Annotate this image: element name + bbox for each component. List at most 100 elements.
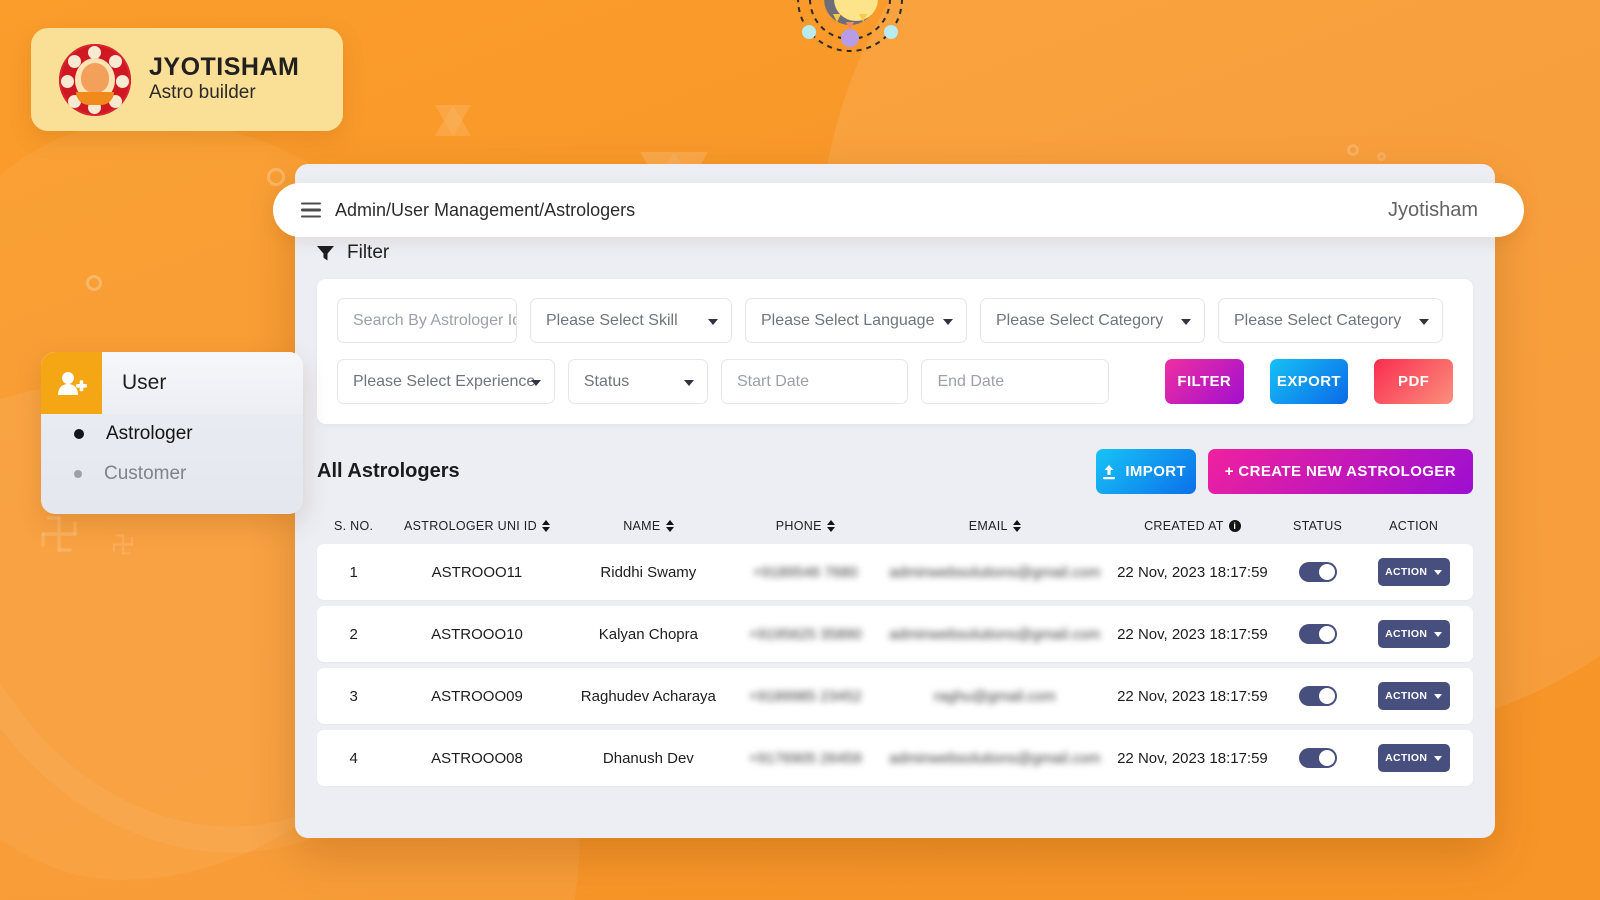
category-select-2[interactable]: Please Select Category bbox=[1218, 298, 1443, 343]
cell-email: adminwebsolutions@gmail.com bbox=[889, 749, 1101, 767]
column-label: ASTROLOGER UNI ID bbox=[404, 519, 537, 533]
top-navigation-bar: Admin/User Management/Astrologers Jyotis… bbox=[273, 183, 1524, 237]
cell-action: ACTION bbox=[1358, 620, 1469, 648]
bullet-icon bbox=[74, 429, 84, 439]
cell-astrologer-uni-id: ASTROOO10 bbox=[431, 625, 523, 643]
sidebar-item-user[interactable]: User bbox=[41, 352, 303, 414]
search-input-placeholder: Search By Astrologer Id bbox=[353, 311, 517, 329]
table-header-bar: All Astrologers IMPORT + CREATE NEW ASTR… bbox=[317, 449, 1473, 494]
gear-decoration bbox=[1377, 152, 1386, 161]
column-header-astrologer-uni-id[interactable]: ASTROLOGER UNI ID bbox=[386, 519, 567, 533]
sidebar-item-astrologer[interactable]: Astrologer bbox=[41, 414, 303, 454]
column-label: S. NO. bbox=[333, 519, 374, 533]
row-action-button[interactable]: ACTION bbox=[1377, 620, 1450, 648]
search-astrologer-id-input[interactable]: Search By Astrologer Id bbox=[337, 298, 517, 343]
sidebar-item-customer[interactable]: Customer bbox=[41, 454, 303, 494]
column-header-email[interactable]: EMAIL bbox=[881, 519, 1108, 533]
end-date-placeholder: End Date bbox=[937, 372, 1005, 390]
language-select-label: Please Select Language bbox=[761, 311, 935, 329]
cell-email: adminwebsolutions@gmail.com bbox=[889, 625, 1101, 643]
status-toggle[interactable] bbox=[1298, 748, 1337, 768]
import-button[interactable]: IMPORT bbox=[1095, 449, 1196, 494]
experience-select-label: Please Select Experience bbox=[353, 372, 536, 390]
row-action-label: ACTION bbox=[1385, 690, 1428, 702]
row-action-label: ACTION bbox=[1385, 752, 1428, 764]
page-content: Filter Search By Astrologer Id Please Se… bbox=[295, 164, 1495, 786]
user-add-icon bbox=[41, 352, 102, 414]
hamburger-icon[interactable] bbox=[301, 202, 321, 218]
sidebar-item-label: Customer bbox=[104, 463, 187, 484]
skill-select-label: Please Select Skill bbox=[546, 311, 678, 329]
filter-row-1: Search By Astrologer Id Please Select Sk… bbox=[337, 298, 1453, 343]
category-select-1[interactable]: Please Select Category bbox=[980, 298, 1205, 343]
sort-icon[interactable] bbox=[1012, 520, 1021, 532]
language-select[interactable]: Please Select Language bbox=[745, 298, 967, 343]
column-header-action: ACTION bbox=[1358, 519, 1469, 533]
column-header-sno: S. NO. bbox=[321, 519, 386, 533]
logo-subtitle: Astro builder bbox=[149, 81, 256, 103]
status-toggle[interactable] bbox=[1298, 562, 1337, 582]
cell-created-at: 22 Nov, 2023 18:17:59 bbox=[1117, 563, 1268, 581]
row-action-label: ACTION bbox=[1385, 566, 1428, 578]
chevron-down-icon bbox=[530, 379, 541, 386]
info-icon[interactable]: i bbox=[1228, 520, 1241, 532]
skill-select[interactable]: Please Select Skill bbox=[530, 298, 732, 343]
cell-action: ACTION bbox=[1358, 744, 1469, 772]
logo-title: JYOTISHAM bbox=[149, 52, 300, 81]
cell-sno: 2 bbox=[349, 625, 358, 643]
start-date-placeholder: Start Date bbox=[736, 372, 809, 390]
sidebar-user-label: User bbox=[122, 371, 167, 394]
status-toggle[interactable] bbox=[1298, 686, 1337, 706]
end-date-input[interactable]: End Date bbox=[921, 359, 1109, 404]
swastika-decoration bbox=[112, 534, 134, 555]
sort-icon[interactable] bbox=[665, 520, 674, 532]
chevron-down-icon bbox=[1419, 318, 1429, 325]
sort-icon[interactable] bbox=[826, 520, 835, 532]
chevron-down-icon bbox=[1434, 693, 1443, 699]
column-header-name[interactable]: NAME bbox=[568, 519, 729, 533]
cell-created-at: 22 Nov, 2023 18:17:59 bbox=[1117, 749, 1268, 767]
astrologers-table: S. NO. ASTROLOGER UNI ID NAME PHONE EMAI… bbox=[317, 508, 1473, 786]
cell-status bbox=[1277, 562, 1359, 582]
gear-decoration bbox=[1347, 144, 1359, 156]
account-name[interactable]: Jyotisham bbox=[1388, 199, 1478, 222]
cell-sno: 3 bbox=[349, 687, 358, 705]
sort-icon[interactable] bbox=[541, 520, 550, 532]
cell-action: ACTION bbox=[1358, 682, 1469, 710]
breadcrumb[interactable]: Admin/User Management/Astrologers bbox=[335, 200, 635, 221]
status-select-label: Status bbox=[583, 372, 630, 390]
cell-name: Riddhi Swamy bbox=[600, 563, 697, 581]
chevron-down-icon bbox=[683, 379, 694, 386]
filter-button[interactable]: FILTER bbox=[1164, 359, 1244, 404]
filter-heading: Filter bbox=[317, 242, 1473, 264]
table-row: 1 ASTROOO11 Riddhi Swamy +9189546 7680 admin… bbox=[317, 544, 1473, 600]
column-label: STATUS bbox=[1292, 519, 1343, 533]
column-label: CREATED AT bbox=[1144, 519, 1224, 533]
brand-logo-card: JYOTISHAM Astro builder bbox=[31, 28, 343, 131]
experience-select[interactable]: Please Select Experience bbox=[337, 359, 555, 404]
column-label: NAME bbox=[623, 519, 661, 533]
table-row: 2 ASTROOO10 Kalyan Chopra +9195625 35890 adm… bbox=[317, 606, 1473, 662]
cell-astrologer-uni-id: ASTROOO09 bbox=[431, 687, 523, 705]
row-action-button[interactable]: ACTION bbox=[1377, 682, 1450, 710]
row-action-button[interactable]: ACTION bbox=[1377, 744, 1450, 772]
status-select[interactable]: Status bbox=[567, 359, 708, 404]
chevron-down-icon bbox=[1434, 755, 1443, 761]
star-decoration bbox=[435, 105, 471, 137]
column-header-phone[interactable]: PHONE bbox=[729, 519, 881, 533]
export-button[interactable]: EXPORT bbox=[1269, 359, 1349, 404]
gear-decoration bbox=[86, 275, 102, 291]
start-date-input[interactable]: Start Date bbox=[720, 359, 909, 404]
cell-name: Raghudev Acharaya bbox=[580, 687, 716, 705]
upload-icon bbox=[1103, 464, 1116, 479]
create-new-astrologer-button[interactable]: + CREATE NEW ASTROLOGER bbox=[1207, 449, 1473, 494]
cell-status bbox=[1277, 624, 1359, 644]
table-row: 4 ASTROOO08 Dhanush Dev +9176905 26459 admin… bbox=[317, 730, 1473, 786]
row-action-button[interactable]: ACTION bbox=[1377, 558, 1450, 586]
cell-phone: +9189985 23452 bbox=[748, 687, 862, 705]
status-toggle[interactable] bbox=[1298, 624, 1337, 644]
column-label: ACTION bbox=[1389, 519, 1439, 533]
cell-phone: +9189546 7680 bbox=[752, 563, 858, 581]
cell-name: Kalyan Chopra bbox=[598, 625, 698, 643]
pdf-button[interactable]: PDF bbox=[1374, 359, 1453, 404]
